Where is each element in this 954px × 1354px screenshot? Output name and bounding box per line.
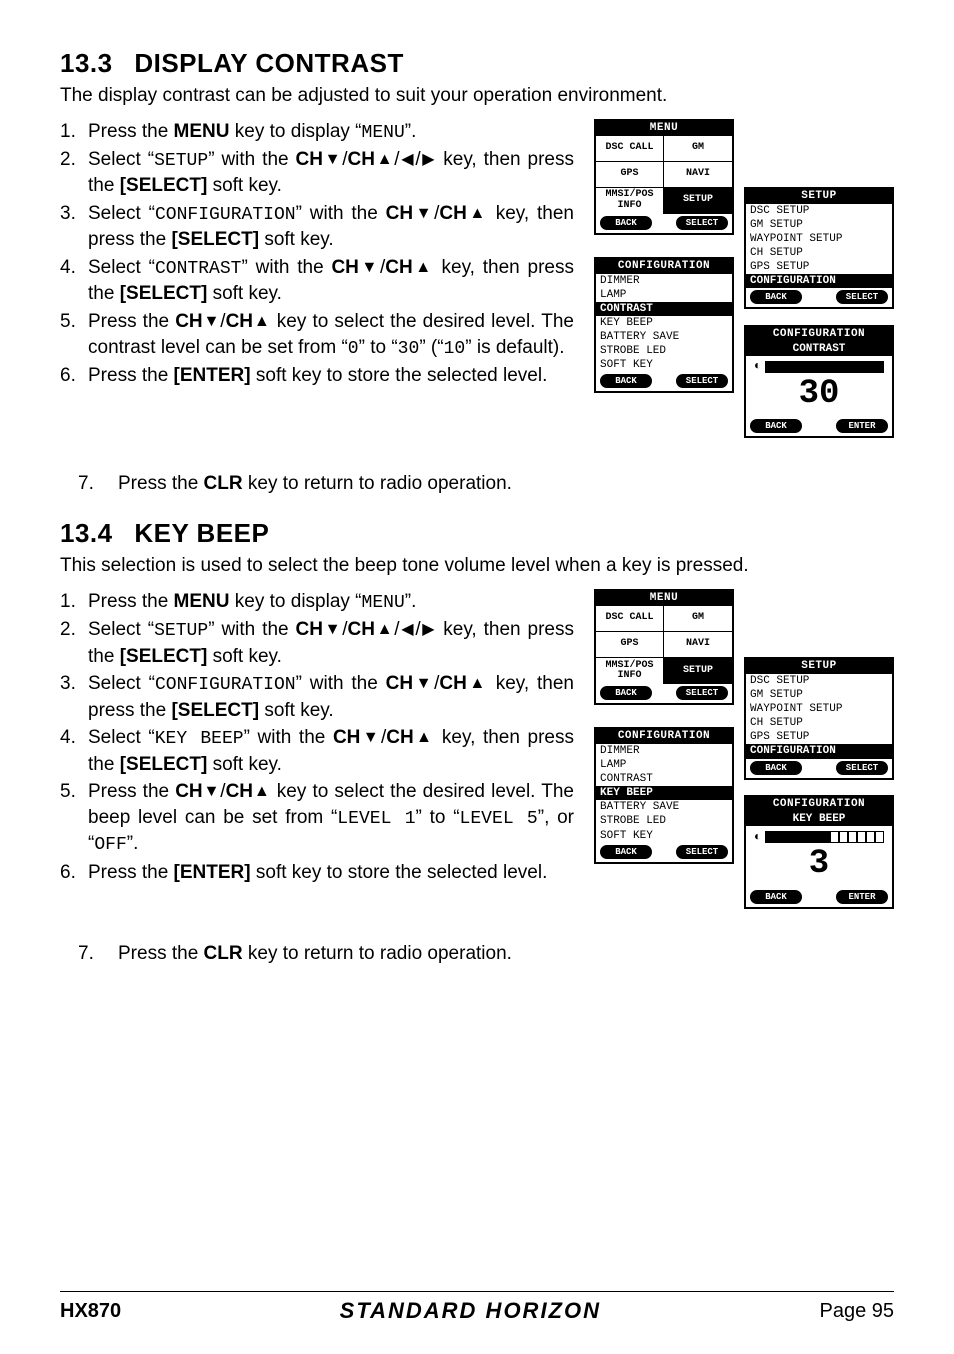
- footer-brand: STANDARD HORIZON: [340, 1298, 601, 1324]
- lcd-menu: MENUDSC CALLGMGPSNAVIMMSI/POS INFOSETUP …: [594, 119, 734, 235]
- step-item: 4.Select “CONTRAST” with the CH▼/CH▲ key…: [60, 255, 574, 307]
- step-item: 6.Press the [ENTER] soft key to store th…: [60, 363, 574, 389]
- heading-text: DISPLAY CONTRAST: [134, 48, 404, 78]
- lcd-detail: CONFIGURATIONCONTRAST ◐ 30 BACKENTER: [744, 325, 894, 439]
- page-footer: HX870 STANDARD HORIZON Page 95: [60, 1291, 894, 1324]
- lcd-menu: MENUDSC CALLGMGPSNAVIMMSI/POS INFOSETUP …: [594, 589, 734, 705]
- heading-num: 13.4: [60, 518, 113, 548]
- heading-13-4: 13.4 KEY BEEP: [60, 518, 894, 549]
- lcd-cluster-13-3: MENUDSC CALLGMGPSNAVIMMSI/POS INFOSETUP …: [594, 119, 894, 459]
- steps-13-4: 1.Press the MENU key to display “MENU”.2…: [60, 589, 574, 887]
- steps-13-3: 1.Press the MENU key to display “MENU”.2…: [60, 119, 574, 391]
- intro-13-3: The display contrast can be adjusted to …: [60, 83, 894, 109]
- step-item: 5.Press the CH▼/CH▲ key to select the de…: [60, 779, 574, 857]
- step-item: 1.Press the MENU key to display “MENU”.: [60, 119, 574, 145]
- heading-text: KEY BEEP: [134, 518, 269, 548]
- step-13-3-7: 7. Press the CLR key to return to radio …: [60, 471, 894, 497]
- footer-model: HX870: [60, 1300, 121, 1323]
- footer-page: Page 95: [819, 1300, 894, 1323]
- intro-13-4: This selection is used to select the bee…: [60, 553, 894, 579]
- step-item: 2.Select “SETUP” with the CH▼/CH▲/◀/▶ ke…: [60, 147, 574, 199]
- lcd-setup: SETUPDSC SETUPGM SETUPWAYPOINT SETUPCH S…: [744, 657, 894, 780]
- heading-num: 13.3: [60, 48, 113, 78]
- step-13-4-7: 7. Press the CLR key to return to radio …: [60, 941, 894, 967]
- lcd-detail: CONFIGURATIONKEY BEEP ◐ 3 BACKENTER: [744, 795, 894, 909]
- step-item: 5.Press the CH▼/CH▲ key to select the de…: [60, 309, 574, 361]
- step-item: 4.Select “KEY BEEP” with the CH▼/CH▲ key…: [60, 725, 574, 777]
- step-item: 1.Press the MENU key to display “MENU”.: [60, 589, 574, 615]
- step-item: 3.Select “CONFIGURATION” with the CH▼/CH…: [60, 201, 574, 253]
- lcd-configuration: CONFIGURATIONDIMMERLAMPCONTRASTKEY BEEPB…: [594, 727, 734, 864]
- lcd-configuration: CONFIGURATIONDIMMERLAMPCONTRASTKEY BEEPB…: [594, 257, 734, 394]
- heading-13-3: 13.3 DISPLAY CONTRAST: [60, 48, 894, 79]
- section-key-beep: 13.4 KEY BEEP This selection is used to …: [60, 518, 894, 966]
- step-item: 6.Press the [ENTER] soft key to store th…: [60, 860, 574, 886]
- lcd-setup: SETUPDSC SETUPGM SETUPWAYPOINT SETUPCH S…: [744, 187, 894, 310]
- lcd-cluster-13-4: MENUDSC CALLGMGPSNAVIMMSI/POS INFOSETUP …: [594, 589, 894, 929]
- step-item: 2.Select “SETUP” with the CH▼/CH▲/◀/▶ ke…: [60, 617, 574, 669]
- section-display-contrast: 13.3 DISPLAY CONTRAST The display contra…: [60, 48, 894, 496]
- step-item: 3.Select “CONFIGURATION” with the CH▼/CH…: [60, 671, 574, 723]
